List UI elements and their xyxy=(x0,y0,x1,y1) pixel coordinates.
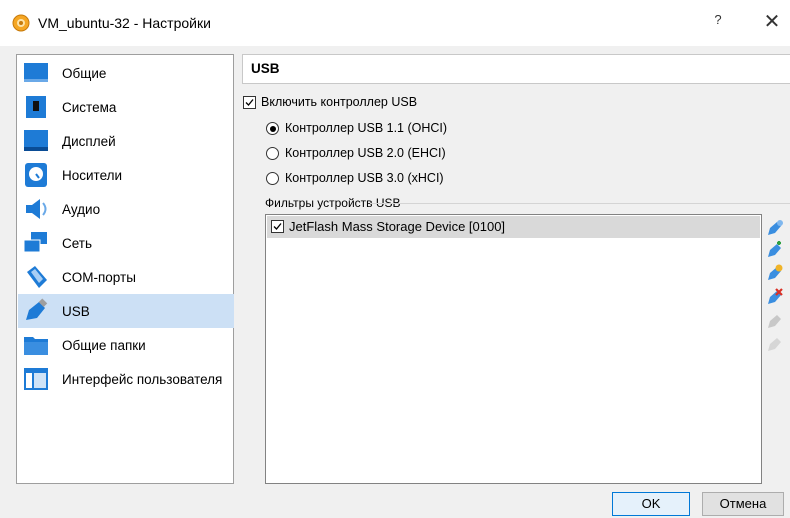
sidebar-item-serial-ports[interactable]: COM-порты xyxy=(18,260,234,294)
usb11-radio[interactable] xyxy=(266,122,279,135)
shared-folders-icon xyxy=(22,331,50,359)
sidebar-item-label: COM-порты xyxy=(62,269,136,285)
sidebar-item-audio[interactable]: Аудио xyxy=(18,192,234,226)
sidebar-item-label: Сеть xyxy=(62,235,93,251)
sidebar-item-display[interactable]: Дисплей xyxy=(18,124,234,158)
usb11-label: Контроллер USB 1.1 (OHCI) xyxy=(285,121,448,135)
section-title: USB xyxy=(251,61,280,76)
serial-ports-icon xyxy=(22,263,50,291)
sidebar-item-usb[interactable]: USB xyxy=(18,294,234,328)
title-bar: VM_ubuntu-32 - Настройки ? ✕ xyxy=(0,0,790,46)
sidebar-item-label: Общие xyxy=(62,65,107,81)
usb20-label: Контроллер USB 2.0 (EHCI) xyxy=(285,146,446,160)
sidebar-item-shared-folders[interactable]: Общие папки xyxy=(18,328,234,362)
virtualbox-icon xyxy=(12,14,30,32)
filter-checkbox[interactable] xyxy=(271,220,284,233)
sidebar-item-label: Носители xyxy=(62,167,123,183)
sidebar-item-label: Интерфейс пользователя xyxy=(62,371,223,387)
filter-label: JetFlash Mass Storage Device [0100] xyxy=(289,219,506,234)
sidebar-item-network[interactable]: Сеть xyxy=(18,226,234,260)
add-empty-filter-icon[interactable] xyxy=(766,219,784,237)
ok-button[interactable]: OK xyxy=(612,492,690,516)
sidebar-item-label: Система xyxy=(62,99,117,115)
settings-sidebar: Общие Система Дисплей Носители Аудио Сет… xyxy=(16,54,234,484)
sidebar-item-label: USB xyxy=(62,303,90,319)
usb-icon xyxy=(22,297,50,325)
group-divider xyxy=(370,203,790,204)
sidebar-item-label: Дисплей xyxy=(62,133,116,149)
cancel-button[interactable]: Отмена xyxy=(702,492,784,516)
edit-filter-icon[interactable] xyxy=(766,264,784,282)
general-icon xyxy=(22,59,50,87)
sidebar-item-label: Аудио xyxy=(62,201,101,217)
network-icon xyxy=(22,229,50,257)
move-filter-down-icon[interactable] xyxy=(766,335,784,353)
add-filter-from-device-icon[interactable] xyxy=(766,241,784,259)
filter-row[interactable]: JetFlash Mass Storage Device [0100] xyxy=(267,216,760,238)
audio-icon xyxy=(22,195,50,223)
sidebar-item-general[interactable]: Общие xyxy=(18,56,234,90)
enable-usb-label: Включить контроллер USB xyxy=(261,95,418,109)
close-button[interactable]: ✕ xyxy=(760,10,784,34)
help-button[interactable]: ? xyxy=(708,12,728,32)
storage-icon xyxy=(22,161,50,189)
display-icon xyxy=(22,127,50,155)
usb30-label: Контроллер USB 3.0 (xHCI) xyxy=(285,171,444,185)
sidebar-item-system[interactable]: Система xyxy=(18,90,234,124)
window-title: VM_ubuntu-32 - Настройки xyxy=(38,15,211,31)
remove-filter-icon[interactable] xyxy=(766,288,784,306)
system-icon xyxy=(22,93,50,121)
move-filter-up-icon[interactable] xyxy=(766,312,784,330)
user-interface-icon xyxy=(22,365,50,393)
section-header: USB xyxy=(242,54,790,84)
enable-usb-checkbox[interactable] xyxy=(243,96,256,109)
sidebar-item-label: Общие папки xyxy=(62,337,146,353)
sidebar-item-storage[interactable]: Носители xyxy=(18,158,234,192)
usb30-radio[interactable] xyxy=(266,172,279,185)
sidebar-item-user-interface[interactable]: Интерфейс пользователя xyxy=(18,362,234,396)
usb20-radio[interactable] xyxy=(266,147,279,160)
usb-filter-list[interactable]: JetFlash Mass Storage Device [0100] xyxy=(265,214,762,484)
